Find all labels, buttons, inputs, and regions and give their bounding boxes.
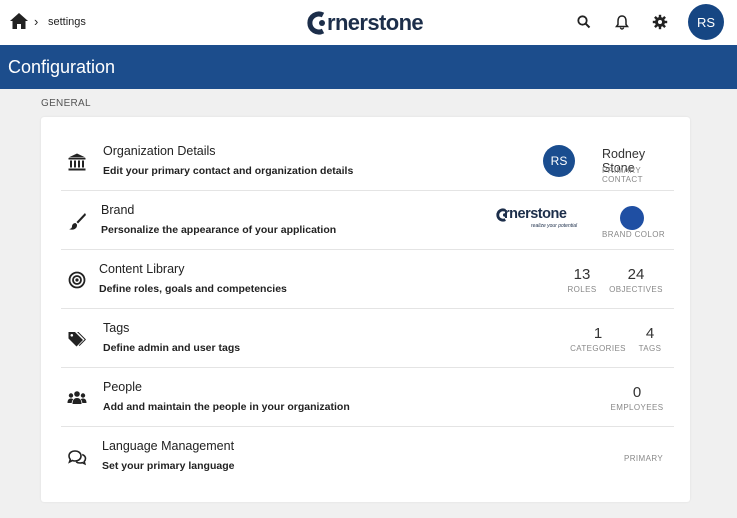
row-title: Tags [103,321,130,335]
brand-color-label: BRAND COLOR [602,230,666,239]
brand-color-swatch [620,206,644,230]
stat-value: 0 [632,384,642,401]
home-icon[interactable] [9,12,29,30]
settings-row-people[interactable]: People Add and maintain the people in yo… [61,368,674,427]
settings-row-brand[interactable]: Brand Personalize the appearance of your… [61,191,674,250]
tags-icon [68,332,86,347]
primary-contact-avatar: RS [543,145,575,177]
breadcrumb-settings[interactable]: settings [48,16,86,28]
people-icon [67,391,87,404]
user-avatar[interactable]: RS [688,4,724,40]
stat-label: TAGS [638,344,662,353]
settings-row-organization[interactable]: Organization Details Edit your primary c… [61,132,674,191]
brand-tagline: realize your potential [531,223,578,229]
chat-bubbles-icon [68,450,87,466]
stat-employees: 0 EMPLOYEES [609,384,665,412]
target-icon [68,271,86,289]
stat-categories: 1 CATEGORIES [569,325,627,353]
row-title: Content Library [99,262,185,276]
logo-c-mark-icon [307,11,325,35]
stat-objectives: 24 OBJECTIVES [609,266,663,294]
stat-label: ROLES [567,285,597,294]
settings-row-language[interactable]: Language Management Set your primary lan… [61,427,674,486]
row-subtitle: Personalize the appearance of your appli… [101,224,337,236]
cornerstone-logo[interactable]: rnerstone [305,9,424,37]
gear-icon[interactable] [652,14,668,30]
settings-card: Organization Details Edit your primary c… [41,117,690,502]
row-title: People [103,380,142,394]
row-title: Organization Details [103,144,216,158]
row-subtitle: Edit your primary contact and organizati… [103,165,354,177]
row-subtitle: Define admin and user tags [103,342,241,354]
row-subtitle: Add and maintain the people in your orga… [103,401,350,413]
stat-label: EMPLOYEES [610,403,664,412]
brand-logo-text: rnerstone [504,206,567,222]
paintbrush-icon [69,213,86,230]
primary-contact-label: PRIMARY CONTACT [602,166,643,184]
row-subtitle: Set your primary language [102,460,235,472]
stat-tags: 4 TAGS [635,325,665,353]
page-header-band: Configuration [0,45,737,89]
settings-row-tags[interactable]: Tags Define admin and user tags 1 CATEGO… [61,309,674,368]
stat-value: 4 [645,325,655,342]
stat-value: 24 [627,266,645,283]
bell-icon[interactable] [614,14,630,30]
settings-row-content-library[interactable]: Content Library Define roles, goals and … [61,250,674,309]
row-title: Brand [101,203,135,217]
section-label: GENERAL [41,98,91,109]
stat-value: 1 [593,325,603,342]
stat-roles: 13 ROLES [566,266,598,294]
page-title: Configuration [8,57,116,77]
stat-label: OBJECTIVES [609,285,663,294]
logo-text: rnerstone [327,10,424,35]
stat-value: 13 [573,266,591,283]
primary-language-label: PRIMARY [624,454,664,463]
stat-label: CATEGORIES [570,344,626,353]
search-icon[interactable] [576,14,592,30]
row-title: Language Management [102,439,235,453]
brand-logo-preview: rnerstone realize your potential [495,206,587,230]
row-subtitle: Define roles, goals and competencies [99,283,287,295]
institution-icon [68,153,86,171]
top-bar: › settings rnerstone RS [0,0,737,45]
breadcrumb-separator: › [34,14,39,29]
